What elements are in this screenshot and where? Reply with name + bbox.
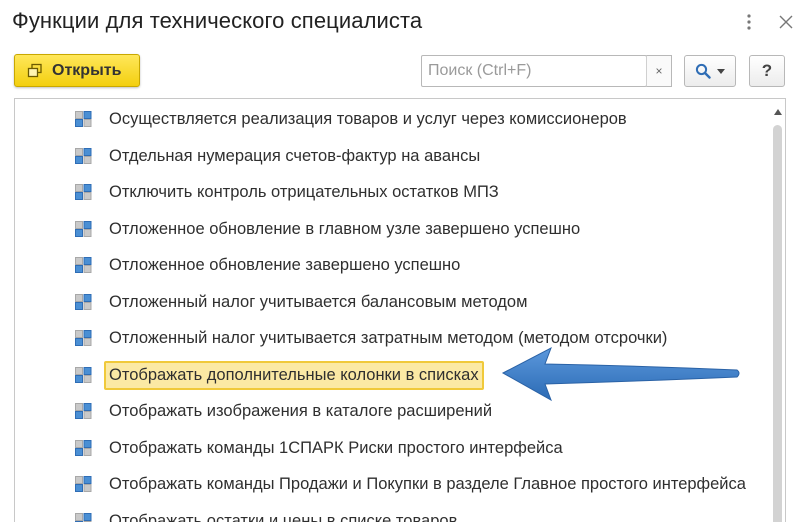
help-button[interactable]: ? [749, 55, 785, 87]
functional-option-icon [75, 293, 92, 310]
scrollbar[interactable] [771, 99, 785, 522]
list-item-label: Отображать остатки и цены в списке товар… [109, 511, 458, 522]
list-item-label: Отложенное обновление в главном узле зав… [109, 219, 581, 238]
open-button-label: Открыть [52, 61, 122, 79]
functional-option-icon [75, 220, 92, 237]
functional-option-icon [75, 111, 92, 127]
list-item-label: Отображать изображения в каталоге расшир… [109, 402, 493, 420]
search-input[interactable] [421, 55, 647, 87]
search-icon [695, 63, 711, 79]
functional-option-icon [75, 403, 92, 419]
scroll-up-arrow[interactable] [774, 109, 782, 115]
list-item-label: Отображать дополнительные колонки в спис… [104, 360, 484, 390]
list-item[interactable]: Отображать команды 1СПАРК Риски простого… [15, 430, 770, 466]
functional-option-icon [75, 439, 92, 456]
list-item-label: Отдельная нумерация счетов-фактур на ава… [109, 146, 481, 165]
list-item-label: Отображать команды Продажи и Покупки в р… [109, 475, 746, 493]
functions-list: Осуществляется реализация товаров и услу… [14, 98, 786, 522]
list-item[interactable]: Отложенное обновление в главном узле зав… [15, 211, 770, 247]
list-item-label: Отображать команды 1СПАРК Риски простого… [109, 438, 563, 457]
list-item[interactable]: Отображать остатки и цены в списке товар… [15, 503, 770, 522]
list-item[interactable]: Осуществляется реализация товаров и услу… [15, 101, 770, 137]
functional-option-icon [75, 512, 92, 522]
functional-option-icon [75, 257, 92, 273]
functional-option-icon [75, 147, 92, 164]
list-item[interactable]: Отдельная нумерация счетов-фактур на ава… [15, 138, 770, 174]
list-item[interactable]: Отображать команды Продажи и Покупки в р… [15, 466, 770, 502]
window-title: Функции для технического специалиста [12, 8, 423, 33]
scroll-thumb[interactable] [773, 125, 782, 522]
list-item-label: Осуществляется реализация товаров и услу… [109, 110, 627, 128]
functional-option-icon [75, 366, 92, 383]
list-item-label: Отложенное обновление завершено успешно [109, 256, 461, 274]
functional-option-icon [75, 184, 92, 200]
toolbar: Открыть × ? [0, 54, 800, 88]
list-item[interactable]: Отключить контроль отрицательных остатко… [15, 174, 770, 210]
search-button[interactable] [684, 55, 736, 87]
list-item-label: Отложенный налог учитывается балансовым … [109, 292, 528, 311]
close-icon[interactable] [774, 10, 798, 34]
open-button[interactable]: Открыть [14, 54, 140, 87]
functional-option-icon [75, 330, 92, 346]
chevron-down-icon [717, 68, 725, 74]
annotation-arrow [501, 346, 740, 402]
functional-option-icon [75, 476, 92, 492]
list-item[interactable]: Отложенный налог учитывается балансовым … [15, 284, 770, 320]
search-clear-button[interactable]: × [646, 55, 672, 87]
more-options-icon[interactable] [737, 10, 761, 34]
open-window-icon [27, 63, 42, 77]
list-item[interactable]: Отложенное обновление завершено успешно [15, 247, 770, 283]
list-item-label: Отключить контроль отрицательных остатко… [109, 183, 499, 201]
